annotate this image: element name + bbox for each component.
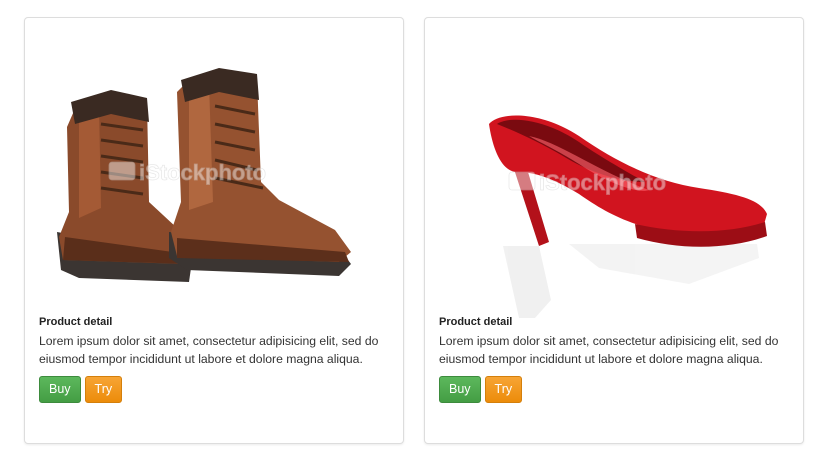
- product-description: Lorem ipsum dolor sit amet, consectetur …: [39, 334, 379, 366]
- product-actions: Buy Try: [439, 376, 791, 403]
- product-image[interactable]: iStockphoto: [39, 32, 389, 320]
- watermark-text: iStockphoto: [139, 160, 266, 185]
- product-image[interactable]: iStockphoto: [439, 32, 789, 320]
- try-button[interactable]: Try: [84, 376, 123, 403]
- product-title: Product detail: [439, 316, 513, 328]
- brown-boots-image: iStockphoto: [57, 68, 351, 282]
- buy-button[interactable]: Buy: [39, 376, 81, 403]
- watermark-text: iStockphoto: [539, 170, 666, 195]
- buy-button[interactable]: Buy: [439, 376, 481, 403]
- red-high-heel-image: iStockphoto: [489, 115, 767, 318]
- product-actions: Buy Try: [39, 376, 391, 403]
- product-title: Product detail: [39, 316, 113, 328]
- product-description: Lorem ipsum dolor sit amet, consectetur …: [439, 334, 779, 366]
- product-caption: Product detail Lorem ipsum dolor sit ame…: [39, 314, 391, 403]
- product-caption: Product detail Lorem ipsum dolor sit ame…: [439, 314, 791, 403]
- product-card: iStockphoto Product detail Lorem ipsum d…: [424, 17, 804, 444]
- try-button[interactable]: Try: [484, 376, 523, 403]
- product-card: iStockphoto Product detail Lorem ipsum d…: [24, 17, 404, 444]
